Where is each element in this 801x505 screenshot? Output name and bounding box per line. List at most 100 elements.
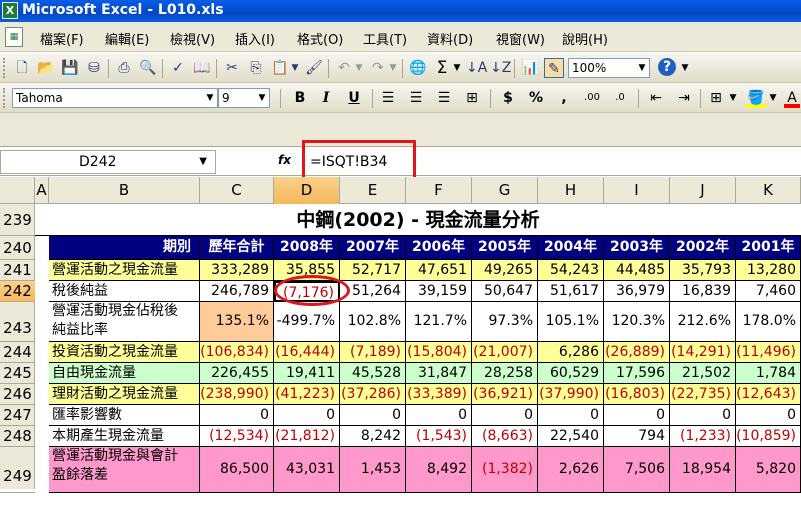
column-header-f[interactable]: F — [406, 177, 472, 204]
data-cell[interactable]: 6,286 — [538, 342, 604, 363]
font-size-combo[interactable]: 9 ▼ — [218, 88, 270, 108]
header-cell[interactable]: 2004年 — [538, 236, 604, 260]
data-cell[interactable]: 43,031 — [274, 447, 340, 493]
data-cell[interactable]: (7,189) — [340, 342, 406, 363]
italic-icon[interactable]: I — [316, 88, 336, 108]
row-header-245[interactable]: 245 — [0, 363, 35, 384]
row-label[interactable]: 營運活動之現金流量 — [49, 260, 200, 281]
data-cell[interactable]: (12,643) — [736, 384, 801, 405]
data-cell[interactable]: 5,820 — [736, 447, 801, 493]
data-cell[interactable]: (36,921) — [472, 384, 538, 405]
header-cell[interactable]: 2002年 — [670, 236, 736, 260]
drawing-icon[interactable]: ✎ — [544, 58, 564, 78]
data-cell[interactable]: (16,803) — [604, 384, 670, 405]
data-cell[interactable]: 226,455 — [200, 363, 274, 384]
data-cell[interactable]: (21,007) — [472, 342, 538, 363]
copy-icon[interactable]: ⎘ — [246, 58, 266, 78]
data-cell[interactable]: 2,626 — [538, 447, 604, 493]
data-cell[interactable]: 8,492 — [406, 447, 472, 493]
data-cell[interactable]: 31,847 — [406, 363, 472, 384]
save-icon[interactable]: 💾 — [60, 58, 80, 78]
underline-icon[interactable]: U — [344, 88, 364, 108]
data-cell[interactable]: 16,839 — [670, 281, 736, 302]
row-label[interactable]: 匯率影響數 — [49, 405, 200, 426]
data-cell[interactable]: 36,979 — [604, 281, 670, 302]
data-cell[interactable]: 135.1% — [200, 302, 274, 342]
merge-center-icon[interactable]: ⊞ — [462, 88, 482, 108]
menu-format[interactable]: 格式(O) — [297, 29, 343, 48]
cut-icon[interactable]: ✂ — [222, 58, 242, 78]
name-box-dropdown-icon[interactable]: ▼ — [199, 151, 207, 173]
row-label[interactable]: 營運活動現金佔稅後 純益比率 — [49, 302, 200, 342]
sort-descending-icon[interactable]: ↓Z — [490, 58, 511, 78]
print-icon[interactable]: ⎙ — [114, 58, 134, 78]
data-cell[interactable]: 178.0% — [736, 302, 801, 342]
font-size-dropdown-icon[interactable]: ▼ — [255, 89, 269, 107]
data-cell[interactable]: 13,280 — [736, 260, 801, 281]
row-header-241[interactable]: 241 — [0, 260, 35, 281]
data-cell[interactable]: 333,289 — [200, 260, 274, 281]
name-box[interactable]: D242 ▼ — [0, 150, 216, 174]
help-icon[interactable]: ? — [658, 58, 676, 76]
data-cell[interactable]: 39,159 — [406, 281, 472, 302]
data-cell[interactable]: 1,784 — [736, 363, 801, 384]
comma-icon[interactable]: , — [554, 88, 574, 108]
data-cell[interactable]: (106,834) — [200, 342, 274, 363]
percent-icon[interactable]: % — [526, 88, 546, 108]
data-cell[interactable]: 86,500 — [200, 447, 274, 493]
data-cell[interactable]: 0 — [670, 405, 736, 426]
data-cell[interactable]: 22,540 — [538, 426, 604, 447]
data-cell[interactable]: 47,651 — [406, 260, 472, 281]
sheet-title[interactable]: 中鋼(2002) - 現金流量分析 — [35, 204, 801, 236]
data-cell[interactable]: 35,793 — [670, 260, 736, 281]
header-cell[interactable]: 歷年合計 — [200, 236, 274, 260]
data-cell[interactable]: 105.1% — [538, 302, 604, 342]
paste-dropdown-icon[interactable]: ▼ — [290, 58, 300, 78]
header-cell[interactable]: 2001年 — [736, 236, 801, 260]
data-cell[interactable]: 8,242 — [340, 426, 406, 447]
column-header-i[interactable]: I — [604, 177, 670, 204]
data-cell[interactable]: (26,889) — [604, 342, 670, 363]
column-header-b[interactable]: B — [49, 177, 200, 204]
column-header-j[interactable]: J — [670, 177, 736, 204]
redo-icon[interactable]: ↷ — [368, 58, 388, 78]
data-cell[interactable]: (10,859) — [736, 426, 801, 447]
header-cell[interactable]: 2003年 — [604, 236, 670, 260]
increase-decimal-icon[interactable]: .00 — [582, 88, 602, 108]
data-cell[interactable]: 0 — [472, 405, 538, 426]
column-header-g[interactable]: G — [472, 177, 538, 204]
toolbar-grip[interactable] — [3, 58, 6, 78]
data-cell[interactable]: (238,990) — [200, 384, 274, 405]
menu-window[interactable]: 視窗(W) — [496, 29, 545, 48]
undo-icon[interactable]: ↶ — [334, 58, 354, 78]
toolbar-options-icon[interactable]: ▼ — [680, 58, 690, 78]
data-cell[interactable]: (21,812) — [274, 426, 340, 447]
format-painter-icon[interactable]: 🖌 — [304, 58, 324, 78]
open-icon[interactable]: 📂 — [36, 58, 56, 78]
data-cell[interactable]: 54,243 — [538, 260, 604, 281]
row-header-240[interactable]: 240 — [0, 236, 35, 260]
data-cell[interactable]: (8,663) — [472, 426, 538, 447]
zoom-combo[interactable]: 100% ▼ — [568, 58, 650, 78]
row-header-247[interactable]: 247 — [0, 405, 35, 426]
row-header-248[interactable]: 248 — [0, 426, 35, 447]
hyperlink-icon[interactable]: 🌐 — [408, 58, 428, 78]
data-cell[interactable]: 0 — [200, 405, 274, 426]
column-header-d[interactable]: D — [274, 177, 340, 204]
fill-dropdown-icon[interactable]: ▼ — [768, 88, 778, 108]
data-cell[interactable]: 120.3% — [604, 302, 670, 342]
header-cell[interactable]: 2007年 — [340, 236, 406, 260]
menu-view[interactable]: 檢視(V) — [170, 29, 215, 48]
autosum-icon[interactable]: Σ — [432, 58, 452, 78]
menu-insert[interactable]: 插入(I) — [235, 29, 275, 48]
menu-tools[interactable]: 工具(T) — [363, 29, 407, 48]
data-cell[interactable]: 17,596 — [604, 363, 670, 384]
select-all-corner[interactable] — [0, 177, 35, 204]
data-cell[interactable]: 52,717 — [340, 260, 406, 281]
row-label[interactable]: 本期產生現金流量 — [49, 426, 200, 447]
paste-icon[interactable]: 📋 — [270, 58, 290, 78]
menu-data[interactable]: 資料(D) — [427, 29, 473, 48]
currency-icon[interactable]: $ — [498, 88, 518, 108]
data-cell[interactable]: 44,485 — [604, 260, 670, 281]
bold-icon[interactable]: B — [290, 88, 310, 108]
